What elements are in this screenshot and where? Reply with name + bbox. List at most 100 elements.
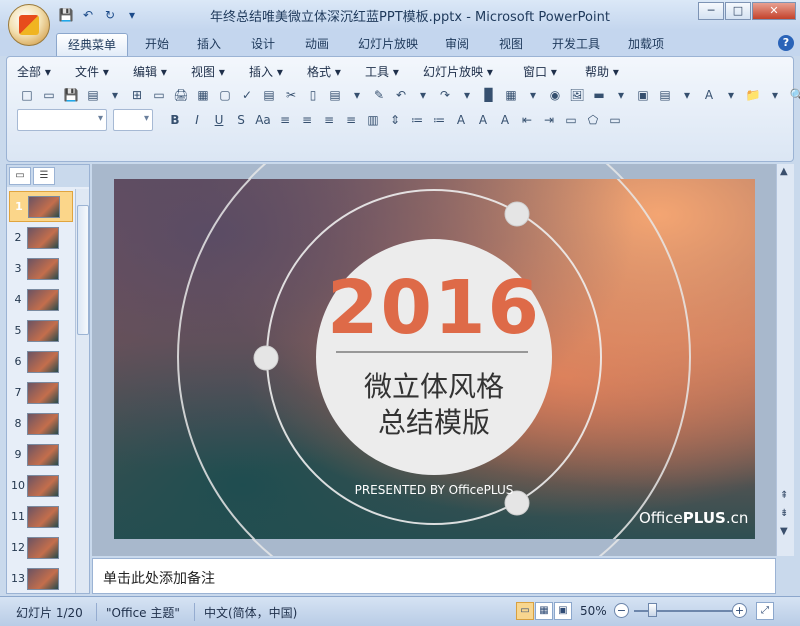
format-button[interactable]: ▥: [363, 110, 383, 130]
menu-view[interactable]: 视图 ▾: [191, 63, 249, 81]
toolbar-icon[interactable]: 🖼: [567, 85, 587, 105]
toolbar-icon[interactable]: ▾: [611, 85, 631, 105]
toolbar-icon[interactable]: ▦: [501, 85, 521, 105]
toolbar-icon[interactable]: ▢: [215, 85, 235, 105]
help-icon[interactable]: ?: [778, 35, 794, 51]
toolbar-icon[interactable]: ▾: [105, 85, 125, 105]
format-button[interactable]: ⇤: [517, 110, 537, 130]
format-button[interactable]: ≡: [275, 110, 295, 130]
slide-canvas[interactable]: 2016 微立体风格 总结模版 PRESENTED BY OfficePLUS …: [114, 179, 755, 539]
toolbar-icon[interactable]: ⊞: [127, 85, 147, 105]
tab-addins[interactable]: 加载项: [620, 33, 672, 56]
qat-more-icon[interactable]: ▾: [124, 7, 140, 23]
toolbar-icon[interactable]: ▭: [39, 85, 59, 105]
menu-tools[interactable]: 工具 ▾: [365, 63, 423, 81]
slide-thumbnail[interactable]: 7: [9, 377, 73, 408]
toolbar-icon[interactable]: ▾: [413, 85, 433, 105]
slide-thumbnail[interactable]: 3: [9, 253, 73, 284]
slide-sorter-icon[interactable]: ▦: [535, 602, 553, 620]
menu-help[interactable]: 帮助 ▾: [585, 63, 643, 81]
tab-home[interactable]: 开始: [136, 33, 178, 56]
slide-thumbnail[interactable]: 5: [9, 315, 73, 346]
font-size-select[interactable]: [113, 109, 153, 131]
format-button[interactable]: ≔: [429, 110, 449, 130]
tab-animation[interactable]: 动画: [296, 33, 338, 56]
slide-thumbnail[interactable]: 10: [9, 470, 73, 501]
format-button[interactable]: ▭: [561, 110, 581, 130]
format-button[interactable]: I: [187, 110, 207, 130]
close-button[interactable]: ✕: [752, 2, 796, 20]
slides-tab[interactable]: ▭: [9, 167, 31, 185]
format-button[interactable]: U: [209, 110, 229, 130]
slideshow-view-icon[interactable]: ▣: [554, 602, 572, 620]
toolbar-icon[interactable]: ▾: [721, 85, 741, 105]
toolbar-icon[interactable]: ▣: [633, 85, 653, 105]
format-button[interactable]: A: [473, 110, 493, 130]
format-button[interactable]: ▭: [605, 110, 625, 130]
slide-thumbnail[interactable]: 9: [9, 439, 73, 470]
toolbar-icon[interactable]: ▤: [655, 85, 675, 105]
tab-insert[interactable]: 插入: [188, 33, 230, 56]
outline-tab[interactable]: ☰: [33, 167, 55, 185]
slide-thumbnail[interactable]: 11: [9, 501, 73, 532]
format-button[interactable]: ⬠: [583, 110, 603, 130]
format-button[interactable]: ≡: [341, 110, 361, 130]
format-button[interactable]: ≡: [319, 110, 339, 130]
tab-classic-menu[interactable]: 经典菜单: [56, 33, 128, 56]
toolbar-icon[interactable]: ▬: [589, 85, 609, 105]
scroll-down-icon[interactable]: ▼: [780, 526, 788, 537]
toolbar-icon[interactable]: ✂: [281, 85, 301, 105]
toolbar-icon[interactable]: ✎: [369, 85, 389, 105]
toolbar-icon[interactable]: ▯: [303, 85, 323, 105]
save-icon[interactable]: 💾: [58, 7, 74, 23]
tab-design[interactable]: 设计: [242, 33, 284, 56]
toolbar-icon[interactable]: ✓: [237, 85, 257, 105]
editor-scrollbar[interactable]: ▲ ⇞ ⇟ ▼: [776, 164, 794, 556]
theme-name[interactable]: "Office 主题": [106, 604, 180, 621]
toolbar-icon[interactable]: ◉: [545, 85, 565, 105]
menu-all[interactable]: 全部 ▾: [17, 63, 75, 81]
toolbar-icon[interactable]: ▾: [347, 85, 367, 105]
slide-thumbnail[interactable]: 8: [9, 408, 73, 439]
notes-pane[interactable]: 单击此处添加备注: [92, 558, 776, 594]
toolbar-icon[interactable]: ▭: [149, 85, 169, 105]
toolbar-icon[interactable]: ↷: [435, 85, 455, 105]
prev-slide-icon[interactable]: ⇞: [780, 490, 788, 501]
slide-thumbnail[interactable]: 4: [9, 284, 73, 315]
toolbar-icon[interactable]: □: [17, 85, 37, 105]
toolbar-icon[interactable]: ▦: [193, 85, 213, 105]
tab-review[interactable]: 审阅: [436, 33, 478, 56]
menu-window[interactable]: 窗口 ▾: [523, 63, 585, 81]
zoom-slider-knob[interactable]: [648, 603, 657, 617]
menu-file[interactable]: 文件 ▾: [75, 63, 133, 81]
redo-icon[interactable]: ↻: [102, 7, 118, 23]
maximize-button[interactable]: □: [725, 2, 751, 20]
slide-thumbnail[interactable]: 12: [9, 532, 73, 563]
menu-slideshow[interactable]: 幻灯片放映 ▾: [423, 63, 523, 81]
scroll-up-icon[interactable]: ▲: [780, 166, 788, 177]
menu-edit[interactable]: 编辑 ▾: [133, 63, 191, 81]
format-button[interactable]: A: [451, 110, 471, 130]
toolbar-icon[interactable]: 📁: [743, 85, 763, 105]
undo-icon[interactable]: ↶: [80, 7, 96, 23]
format-button[interactable]: B: [165, 110, 185, 130]
fit-to-window-icon[interactable]: ⤢: [756, 602, 774, 620]
slide-thumbnail[interactable]: 1: [9, 191, 73, 222]
normal-view-icon[interactable]: ▭: [516, 602, 534, 620]
slide-thumbnail[interactable]: 6: [9, 346, 73, 377]
format-button[interactable]: ≔: [407, 110, 427, 130]
toolbar-icon[interactable]: ↶: [391, 85, 411, 105]
tab-developer[interactable]: 开发工具: [544, 33, 608, 56]
toolbar-icon[interactable]: 🔍: [787, 85, 800, 105]
scrollbar-thumb[interactable]: [77, 205, 89, 335]
zoom-out-button[interactable]: −: [614, 603, 629, 618]
zoom-in-button[interactable]: +: [732, 603, 747, 618]
font-name-select[interactable]: [17, 109, 107, 131]
language-indicator[interactable]: 中文(简体，中国): [204, 604, 297, 621]
toolbar-icon[interactable]: ▾: [765, 85, 785, 105]
slide-thumbnail[interactable]: 13: [9, 563, 73, 594]
thumbnail-scrollbar[interactable]: [75, 189, 89, 593]
zoom-level[interactable]: 50%: [580, 604, 607, 618]
toolbar-icon[interactable]: ▤: [259, 85, 279, 105]
format-button[interactable]: ⇥: [539, 110, 559, 130]
